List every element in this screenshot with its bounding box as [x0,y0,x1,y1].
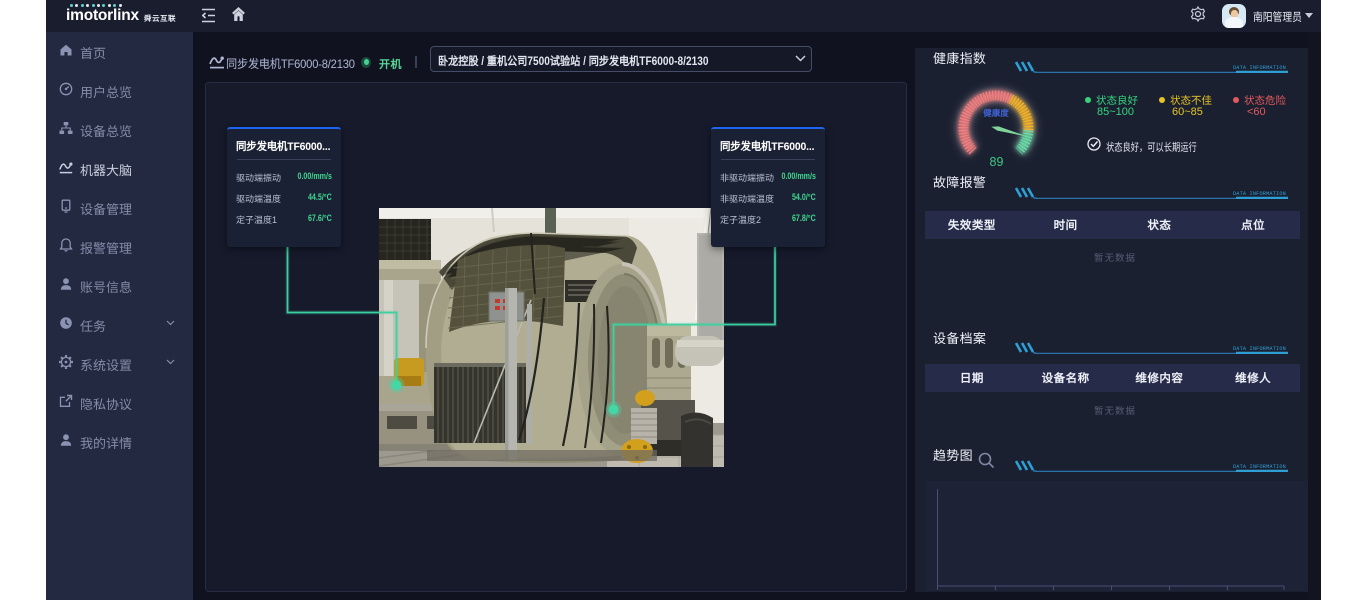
svg-text:DATA INFORMATION: DATA INFORMATION [1233,346,1286,352]
svg-text:DATA INFORMATION: DATA INFORMATION [1233,65,1286,71]
svg-text:健康度: 健康度 [983,107,1009,119]
svg-text:DATA INFORMATION: DATA INFORMATION [1233,191,1286,197]
svg-text:DATA INFORMATION: DATA INFORMATION [1233,464,1286,470]
svg-text:89: 89 [990,155,1004,169]
